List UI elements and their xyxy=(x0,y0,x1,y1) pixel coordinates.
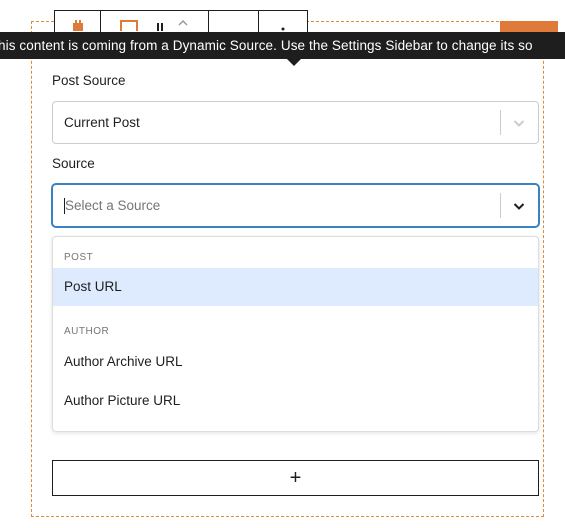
source-select[interactable]: Select a Source xyxy=(52,184,539,227)
source-dropdown-menu: POST Post URL AUTHOR Author Archive URL … xyxy=(52,236,539,432)
post-source-value: Current Post xyxy=(64,115,140,130)
add-block-button[interactable]: + xyxy=(52,460,539,496)
plus-icon: + xyxy=(289,467,302,489)
source-label: Source xyxy=(52,156,95,171)
image-icon xyxy=(119,19,188,31)
tooltip-text: his content is coming from a Dynamic Sou… xyxy=(0,38,533,53)
select-separator xyxy=(500,110,501,135)
tooltip-arrow xyxy=(287,59,301,66)
source-placeholder: Select a Source xyxy=(65,198,161,213)
post-source-select[interactable]: Current Post xyxy=(52,101,539,144)
post-source-label: Post Source xyxy=(52,73,126,88)
menu-group-label-author: AUTHOR xyxy=(64,326,110,337)
menu-item-author-archive-url[interactable]: Author Archive URL xyxy=(53,343,538,381)
dynamic-source-tooltip: his content is coming from a Dynamic Sou… xyxy=(0,32,565,59)
select-separator xyxy=(500,193,501,218)
chevron-down-icon[interactable] xyxy=(512,199,526,213)
menu-item-author-picture-url[interactable]: Author Picture URL xyxy=(53,382,538,420)
more-vertical-icon xyxy=(281,27,285,30)
menu-group-label-post: POST xyxy=(64,252,94,263)
chevron-down-icon[interactable] xyxy=(512,116,526,130)
menu-item-post-url[interactable]: Post URL xyxy=(53,268,538,306)
block-icon xyxy=(72,19,83,31)
